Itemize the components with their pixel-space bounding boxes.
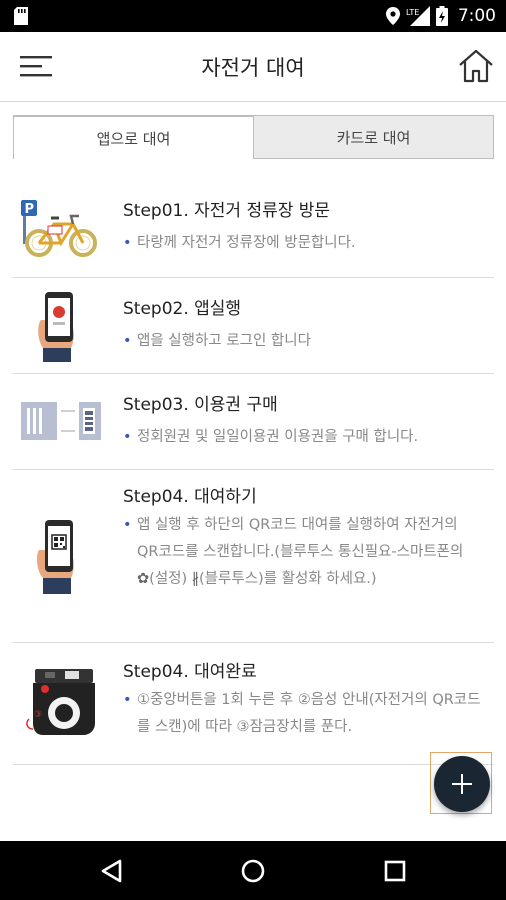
status-time: 7:00 — [457, 6, 496, 26]
rental-method-tabs: 앱으로 대여 카드로 대여 — [13, 115, 494, 159]
step-item-launch-app: Step02. 앱실행 • 앱을 실행하고 로그인 합니다 — [13, 278, 494, 374]
back-icon[interactable] — [96, 855, 128, 887]
tab-app-rental[interactable]: 앱으로 대여 — [13, 115, 254, 159]
recents-icon[interactable] — [379, 855, 411, 887]
bicycle-station-image: P — [21, 200, 97, 257]
step-description: • 앱을 실행하고 로그인 합니다 — [123, 328, 482, 355]
step-description-text: (블루투스)를 활성화 하세요.) — [199, 571, 377, 587]
home-circle-icon[interactable] — [237, 855, 269, 887]
step-description: • 정회원권 및 일일이용권 이용권을 구매 합니다. — [123, 424, 482, 451]
bullet-icon: • — [123, 517, 132, 533]
step-title: Step03. 이용권 구매 — [123, 395, 278, 415]
bullet-icon: • — [123, 429, 132, 445]
rental-steps-list: P Step01. 자전거 정류장 방문 • 타랑께 자전거 정류장에 방문합니… — [13, 178, 494, 765]
step-item-rent: Step04. 대여하기 • 앱 실행 후 하단의 QR코드 대여를 실행하여 … — [13, 470, 494, 643]
step-item-rental-complete: ③ Step04. 대여완료 • ①중앙버튼을 1회 누른 후 ②음성 안내(자… — [13, 643, 494, 765]
tab-card-rental[interactable]: 카드로 대여 — [254, 115, 494, 159]
bike-lock-image: ③ — [26, 669, 95, 735]
step-description-text: 정회원권 및 일일이용권 이용권을 구매 합니다. — [137, 429, 419, 445]
phone-app-image — [38, 292, 74, 362]
step-description-text: 앱을 실행하고 로그인 합니다 — [137, 333, 311, 349]
location-icon — [385, 7, 400, 25]
step-description-text: (설정) — [149, 571, 192, 587]
svg-text:P: P — [25, 202, 35, 217]
step-title: Step01. 자전거 정류장 방문 — [123, 201, 331, 221]
page-title: 자전거 대여 — [201, 56, 305, 80]
home-icon[interactable] — [456, 46, 496, 86]
step-description: • ①중앙버튼을 1회 누른 후 ②음성 안내(자전거의 QR코드를 스캔)에 … — [123, 687, 482, 741]
step-title: Step04. 대여완료 — [123, 662, 257, 682]
step-description-text: ①중앙버튼을 1회 누른 후 ②음성 안내(자전거의 QR코드를 스캔)에 따라… — [137, 692, 481, 735]
bullet-icon: • — [123, 692, 132, 708]
step-item-visit-station: P Step01. 자전거 정류장 방문 • 타랑께 자전거 정류장에 방문합니… — [13, 178, 494, 278]
step-description-text: 앱 실행 후 하단의 QR코드 대여를 실행하여 자전거의 QR코드를 스캔합니… — [137, 517, 464, 560]
plus-icon — [452, 774, 472, 794]
step-title: Step04. 대여하기 — [123, 487, 257, 507]
system-navigation-bar — [0, 841, 506, 900]
bluetooth-icon: ∦ — [191, 571, 200, 587]
svg-text:LTE: LTE — [406, 8, 419, 17]
battery-icon — [435, 6, 448, 26]
bullet-icon: • — [123, 235, 132, 251]
step-description-text: 타랑께 자전거 정류장에 방문합니다. — [137, 235, 356, 251]
bullet-icon: • — [123, 333, 132, 349]
lte-signal-icon: LTE — [406, 6, 430, 26]
settings-gear-icon: ✿ — [137, 571, 150, 587]
sd-card-icon — [14, 7, 28, 25]
step-description: • 앱 실행 후 하단의 QR코드 대여를 실행하여 자전거의 QR코드를 스캔… — [123, 512, 482, 593]
phone-qr-image — [36, 520, 74, 594]
status-bar: LTE 7:00 — [0, 0, 506, 32]
step-title: Step02. 앱실행 — [123, 299, 242, 319]
fab-add-button[interactable] — [434, 756, 490, 812]
svg-text:③: ③ — [34, 710, 42, 720]
step-description: • 타랑께 자전거 정류장에 방문합니다. — [123, 230, 482, 257]
ticket-image — [21, 400, 101, 442]
step-item-buy-pass: Step03. 이용권 구매 • 정회원권 및 일일이용권 이용권을 구매 합니… — [13, 374, 494, 470]
app-bar: 자전거 대여 — [0, 32, 506, 102]
